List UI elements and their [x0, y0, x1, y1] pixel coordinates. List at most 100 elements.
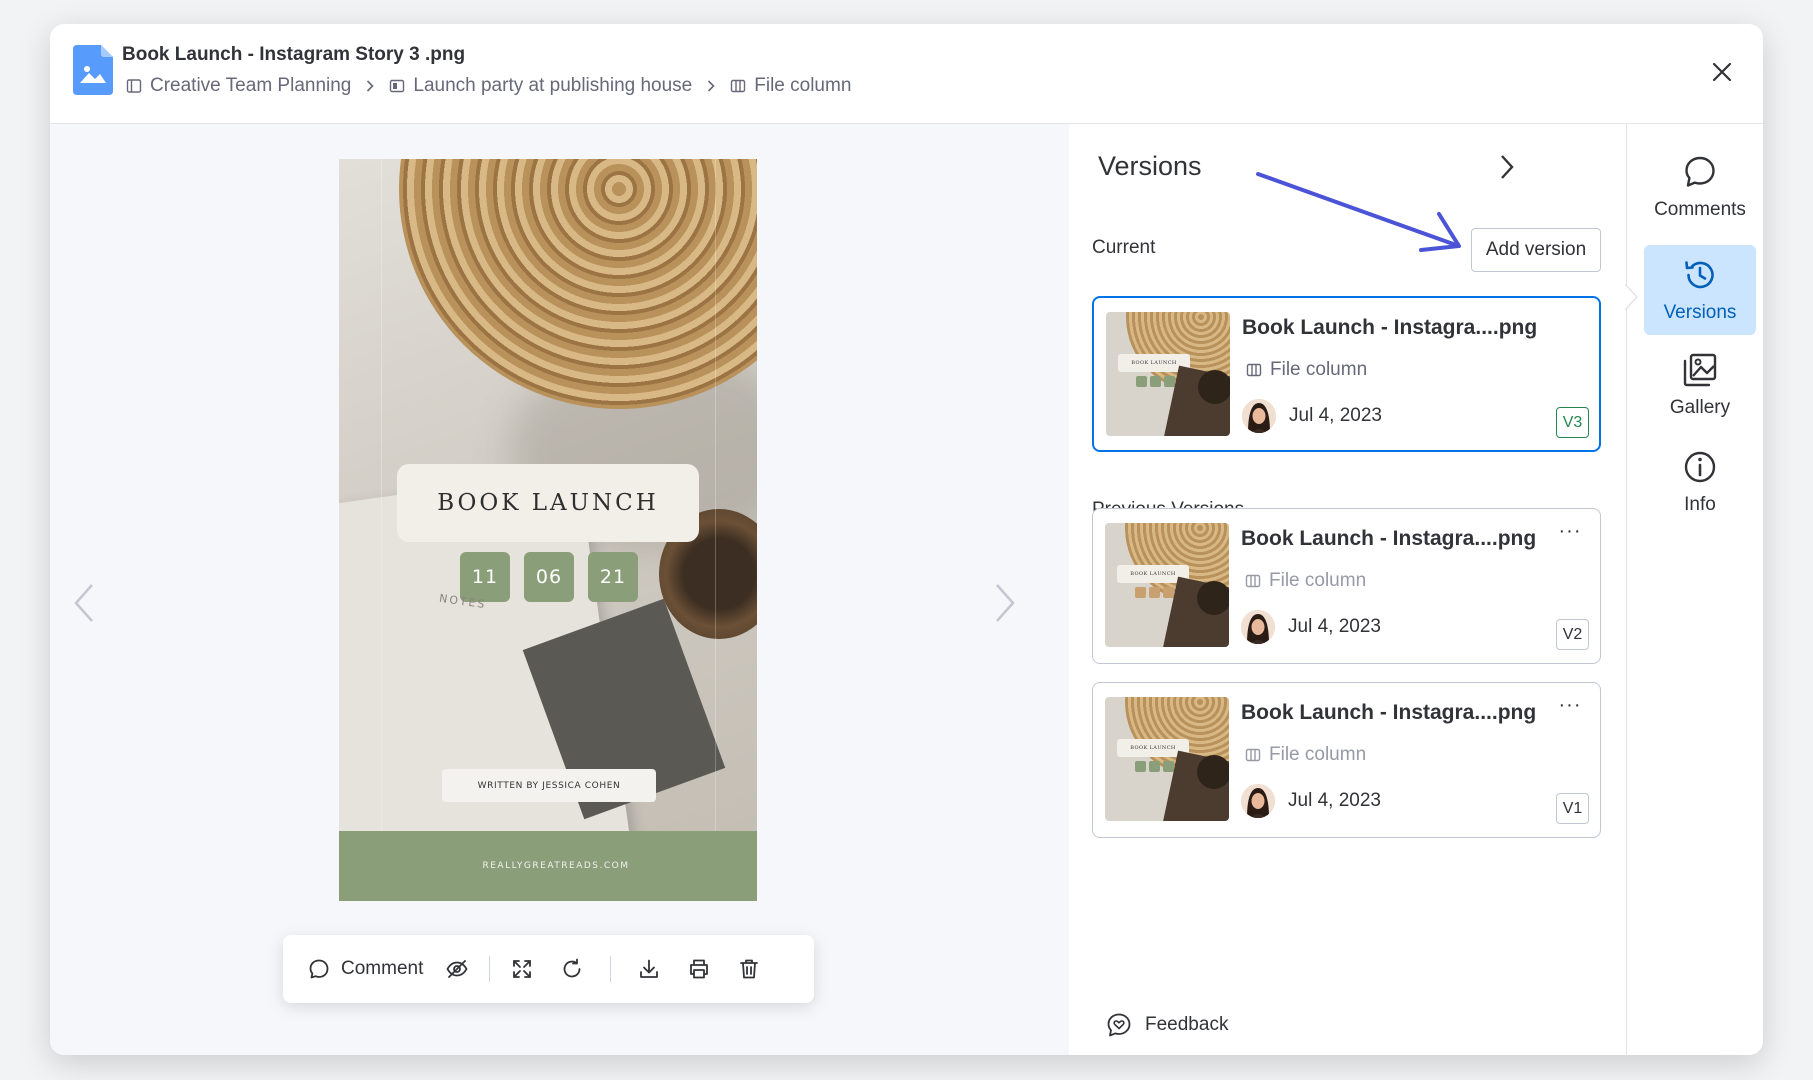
- right-rail: Comments Versions Gallery Info: [1625, 124, 1763, 1055]
- breadcrumb-column-label: File column: [754, 75, 852, 96]
- version-thumbnail: BOOK LAUNCH: [1105, 697, 1229, 821]
- rail-info[interactable]: Info: [1644, 437, 1756, 527]
- version-column: File column: [1245, 570, 1366, 592]
- avatar: [1241, 610, 1275, 644]
- version-column-label: File column: [1269, 744, 1367, 765]
- version-file-name: Book Launch - Instagra....png: [1241, 701, 1537, 724]
- story-date: 11 06 21: [460, 552, 638, 602]
- breadcrumb: Creative Team Planning Launch party at p…: [126, 75, 851, 97]
- version-badge: V1: [1556, 793, 1589, 824]
- breadcrumb-column[interactable]: File column: [730, 75, 851, 97]
- collapse-panel-button[interactable]: [1492, 152, 1522, 182]
- breadcrumb-item-label: Launch party at publishing house: [413, 75, 693, 96]
- column-icon: [1246, 363, 1262, 377]
- chevron-right-icon: [996, 584, 1015, 622]
- info-icon: [1684, 451, 1716, 483]
- version-file-name: Book Launch - Instagra....png: [1242, 316, 1538, 339]
- story-website: REALLYGREATREADS.COM: [482, 861, 630, 871]
- avatar: [1242, 399, 1276, 433]
- preview-toolbar: Comment: [283, 935, 814, 1003]
- version-file-name: Book Launch - Instagra....png: [1241, 527, 1537, 550]
- story-date-month: 06: [524, 552, 574, 602]
- version-badge: V3: [1556, 407, 1589, 438]
- file-preview-area: BOOK LAUNCH 11 06 21 NOTES WRITTEN BY JE…: [50, 124, 1069, 1055]
- rail-gallery-label: Gallery: [1669, 397, 1731, 418]
- column-icon: [731, 79, 746, 93]
- chevron-right-icon: [363, 79, 377, 93]
- board-icon: [126, 79, 142, 93]
- version-date: Jul 4, 2023: [1288, 616, 1381, 637]
- rotate-button[interactable]: [560, 949, 584, 989]
- download-button[interactable]: [637, 949, 661, 989]
- eye-hidden-icon: [446, 960, 468, 978]
- hide-comments-button[interactable]: [445, 949, 469, 989]
- version-column: File column: [1246, 359, 1367, 381]
- versions-panel: Versions Current Add version BOOK LAUNCH…: [1069, 124, 1626, 1055]
- current-version-label: Current: [1092, 237, 1156, 258]
- image-file-icon: [73, 45, 113, 95]
- comment-bubble-icon: [1685, 156, 1715, 187]
- feedback-label: Feedback: [1145, 1014, 1229, 1035]
- rail-info-label: Info: [1684, 494, 1716, 515]
- modal-header: Book Launch - Instagram Story 3 .png Cre…: [50, 24, 1763, 124]
- chevron-left-icon: [74, 584, 93, 622]
- more-options-button[interactable]: ···: [1556, 520, 1584, 542]
- file-viewer-modal: Book Launch - Instagram Story 3 .png Cre…: [50, 24, 1763, 1055]
- add-version-button[interactable]: Add version: [1471, 228, 1601, 272]
- rail-gallery[interactable]: Gallery: [1644, 340, 1756, 430]
- breadcrumb-board[interactable]: Creative Team Planning: [126, 75, 351, 97]
- chevron-right-icon: [704, 79, 718, 93]
- version-card-v1[interactable]: BOOK LAUNCH Book Launch - Instagra....pn…: [1092, 682, 1601, 838]
- file-title: Book Launch - Instagram Story 3 .png: [122, 44, 466, 65]
- version-badge: V2: [1556, 619, 1589, 650]
- download-icon: [640, 959, 659, 978]
- version-card-current[interactable]: BOOK LAUNCH Book Launch - Instagra....pn…: [1092, 296, 1601, 452]
- version-date: Jul 4, 2023: [1288, 790, 1381, 811]
- more-options-button[interactable]: ···: [1556, 694, 1584, 716]
- close-button[interactable]: [1707, 57, 1737, 87]
- rail-versions[interactable]: Versions: [1644, 245, 1756, 335]
- breadcrumb-item[interactable]: Launch party at publishing house: [389, 75, 692, 97]
- comment-button-label: Comment: [341, 958, 424, 979]
- feedback-heart-icon: [1107, 1013, 1131, 1037]
- story-author: WRITTEN BY JESSICA COHEN: [442, 769, 656, 802]
- chevron-right-icon: [1501, 155, 1514, 179]
- column-icon: [1245, 574, 1261, 588]
- version-column: File column: [1245, 744, 1366, 766]
- versions-title: Versions: [1098, 151, 1202, 181]
- fullscreen-button[interactable]: [510, 949, 534, 989]
- version-thumbnail: BOOK LAUNCH: [1106, 312, 1230, 436]
- rail-comments[interactable]: Comments: [1644, 142, 1756, 232]
- trash-icon: [740, 959, 759, 979]
- comment-button[interactable]: Comment: [307, 949, 423, 989]
- item-icon: [390, 79, 405, 93]
- toolbar-divider: [610, 956, 612, 982]
- fullscreen-icon: [513, 960, 532, 978]
- active-pointer-icon: [1625, 284, 1639, 310]
- story-title: BOOK LAUNCH: [397, 464, 699, 542]
- comment-icon: [309, 959, 329, 979]
- toolbar-divider: [489, 956, 491, 982]
- version-thumbnail: BOOK LAUNCH: [1105, 523, 1229, 647]
- breadcrumb-board-label: Creative Team Planning: [150, 75, 352, 96]
- feedback-button[interactable]: Feedback: [1105, 1011, 1228, 1039]
- next-file-button[interactable]: [987, 579, 1023, 627]
- rail-versions-label: Versions: [1663, 302, 1737, 323]
- print-icon: [690, 959, 709, 979]
- delete-button[interactable]: [737, 949, 761, 989]
- version-card-v2[interactable]: BOOK LAUNCH Book Launch - Instagra....pn…: [1092, 508, 1601, 664]
- story-footer: REALLYGREATREADS.COM: [339, 831, 757, 901]
- version-date: Jul 4, 2023: [1289, 405, 1382, 426]
- print-button[interactable]: [687, 949, 711, 989]
- close-icon: [1712, 62, 1732, 82]
- version-column-label: File column: [1270, 359, 1368, 380]
- gallery-icon: [1683, 353, 1717, 387]
- previous-file-button[interactable]: [66, 579, 102, 627]
- version-column-label: File column: [1269, 570, 1367, 591]
- column-icon: [1245, 748, 1261, 762]
- story-image: BOOK LAUNCH 11 06 21 NOTES WRITTEN BY JE…: [339, 159, 757, 901]
- rotate-icon: [564, 958, 581, 978]
- avatar: [1241, 784, 1275, 818]
- story-date-year: 21: [588, 552, 638, 602]
- story-date-day: 11: [460, 552, 510, 602]
